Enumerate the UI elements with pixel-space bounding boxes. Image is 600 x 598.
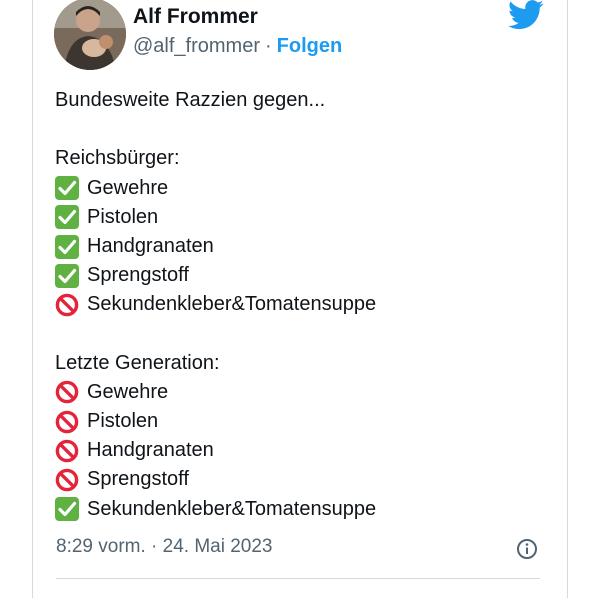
list-item: Sprengstoff <box>55 465 376 494</box>
list-item-text: Handgranaten <box>87 439 214 462</box>
list-item: Pistolen <box>55 407 376 436</box>
list-item: Gewehre <box>55 174 376 203</box>
list-item-text: Gewehre <box>87 176 169 199</box>
prohibited-emoji-icon <box>55 410 79 434</box>
list-item-text: Gewehre <box>87 380 169 403</box>
list-item: Handgranaten <box>55 436 376 465</box>
check-mark-emoji-icon <box>55 263 79 288</box>
check-mark-emoji-icon <box>55 176 79 201</box>
list-item-text: Sprengstoff <box>87 468 189 491</box>
list-item-text: Pistolen <box>87 410 159 433</box>
list-item: Sekundenkleber&Tomatensuppe <box>55 290 376 319</box>
handle-row: @alf_frommer · Folgen <box>133 35 342 58</box>
list-item-text: Sekundenkleber&Tomatensuppe <box>87 293 377 316</box>
tweet-timestamp[interactable]: 8:29 vorm. · 24. Mai 2023 <box>56 536 273 558</box>
check-mark-emoji-icon <box>55 205 79 230</box>
list-item: Gewehre <box>55 378 376 407</box>
list-item: Pistolen <box>55 203 376 232</box>
twitter-bird-icon[interactable] <box>508 0 544 30</box>
tweet-body: Bundesweite Razzien gegen... Reichsbürge… <box>55 86 376 524</box>
check-mark-emoji-icon <box>55 234 79 259</box>
prohibited-emoji-icon <box>55 439 79 463</box>
list-item: Sekundenkleber&Tomatensuppe <box>55 495 376 524</box>
separator-dot: · <box>265 35 272 57</box>
list-item-text: Handgranaten <box>87 234 214 257</box>
avatar[interactable] <box>54 0 126 70</box>
tweet-intro: Bundesweite Razzien gegen... <box>55 89 326 111</box>
prohibited-emoji-icon <box>55 293 79 317</box>
list-item: Sprengstoff <box>55 261 376 290</box>
follow-button[interactable]: Folgen <box>277 35 343 57</box>
group-heading: Reichsbürger: <box>55 147 180 170</box>
author-name[interactable]: Alf Frommer <box>133 5 258 29</box>
list-item: Handgranaten <box>55 232 376 261</box>
list-item-text: Sekundenkleber&Tomatensuppe <box>87 497 377 520</box>
list-item-text: Sprengstoff <box>87 264 189 287</box>
group-heading: Letzte Generation: <box>55 351 220 374</box>
prohibited-emoji-icon <box>55 468 79 492</box>
info-icon[interactable] <box>516 538 538 560</box>
check-mark-emoji-icon <box>55 497 79 522</box>
list-item-text: Pistolen <box>87 205 159 228</box>
divider <box>56 578 540 579</box>
author-handle[interactable]: @alf_frommer <box>133 35 260 57</box>
prohibited-emoji-icon <box>55 380 79 404</box>
avatar-image <box>54 0 126 70</box>
